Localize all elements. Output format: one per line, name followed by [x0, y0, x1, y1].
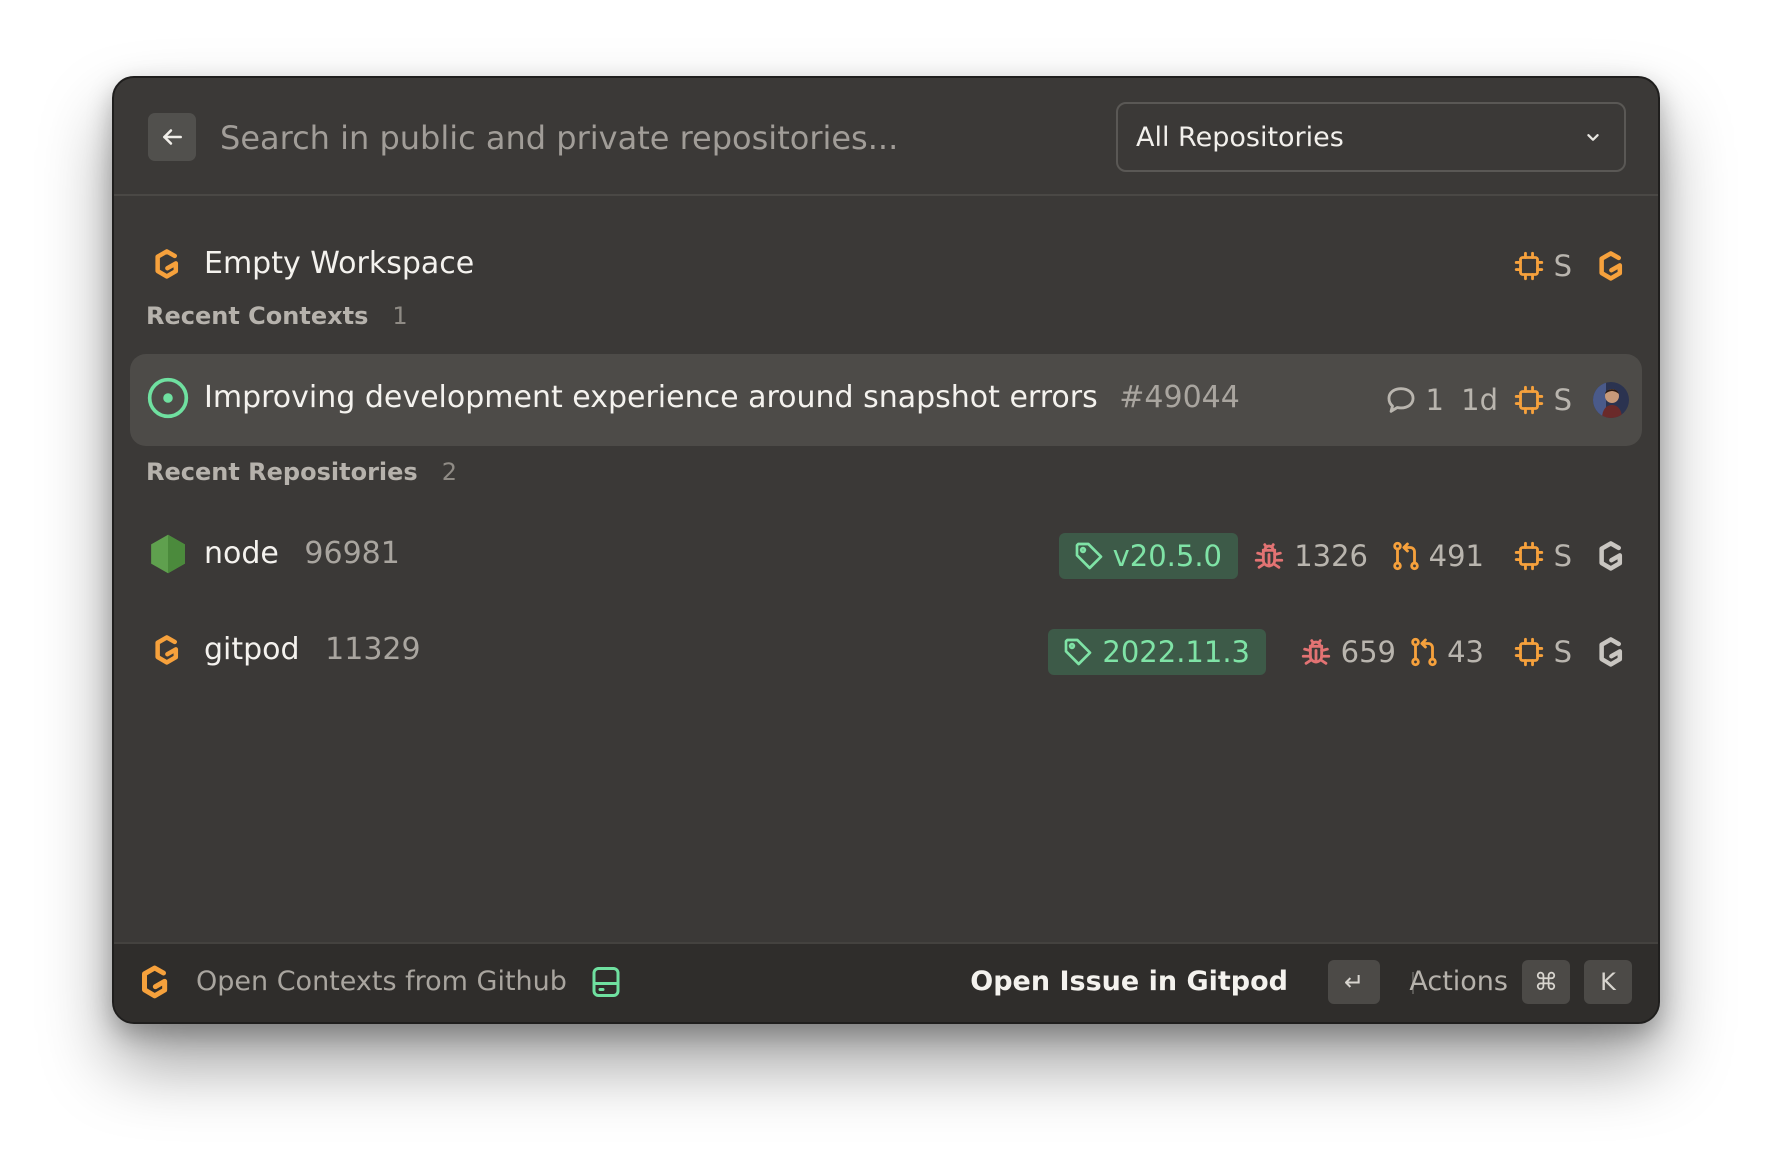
workspace-size: S	[1512, 242, 1572, 290]
footer-bar: Open Contexts from Github Open Issue in …	[114, 942, 1658, 1022]
release-tag-badge: 2022.11.3	[1048, 629, 1266, 675]
gitpod-logo-icon	[146, 242, 190, 286]
size-label: S	[1553, 539, 1572, 573]
repository-scope-value: All Repositories	[1136, 121, 1344, 153]
size-label: S	[1553, 383, 1572, 417]
enter-key: ↵	[1328, 960, 1380, 1004]
actions-button[interactable]: Actions	[1409, 966, 1508, 997]
bug-icon	[1255, 543, 1284, 569]
comment-count: 1	[1384, 376, 1444, 424]
bug-icon	[1301, 639, 1330, 665]
gitpod-logo-gray-icon[interactable]	[1594, 628, 1630, 676]
nodejs-hexagon-icon	[146, 532, 190, 576]
section-title: Recent Contexts	[146, 302, 369, 330]
tag-icon	[1065, 638, 1092, 666]
pr-count-label: 43	[1447, 635, 1484, 669]
issue-count-label: 659	[1340, 635, 1396, 669]
section-count: 2	[441, 458, 457, 486]
primary-action-button[interactable]: Open Issue in Gitpod	[970, 966, 1288, 997]
workspace-size: S	[1512, 376, 1572, 424]
release-tag: 2022.11.3	[1048, 628, 1266, 676]
command-key: ⌘	[1522, 960, 1570, 1004]
repository-item[interactable]: gitpod 11329 2022.11.3 659 43 S	[130, 606, 1642, 698]
section-count: 1	[392, 302, 408, 330]
repo-id: 11329	[325, 632, 421, 667]
avatar	[1592, 376, 1630, 424]
recent-repositories-heading: Recent Repositories 2	[146, 458, 457, 486]
tag-icon	[1075, 542, 1102, 570]
cpu-chip-icon	[1514, 251, 1543, 281]
size-label: S	[1553, 249, 1572, 283]
recent-contexts-heading: Recent Contexts 1	[146, 302, 408, 330]
gitpod-logo-icon	[136, 962, 176, 1006]
arrow-left-icon	[163, 129, 182, 145]
context-item[interactable]: Improving development experience around …	[130, 354, 1642, 446]
section-title: Recent Repositories	[146, 458, 418, 486]
gitpod-logo-icon	[146, 628, 190, 672]
search-input[interactable]	[218, 108, 982, 168]
issue-title: Improving development experience around …	[204, 380, 1098, 415]
repository-name: gitpod 11329	[204, 632, 421, 667]
repository-name: node 96981	[204, 536, 400, 571]
issue-count: 1326	[1252, 532, 1368, 580]
hard-drive-icon	[588, 964, 624, 1004]
source-label: Open Contexts from Github	[196, 966, 567, 997]
release-tag-badge: v20.5.0	[1058, 533, 1238, 579]
repository-scope-select[interactable]: All Repositories	[1116, 102, 1626, 172]
issue-number: #49044	[1119, 380, 1240, 415]
empty-workspace-label: Empty Workspace	[204, 246, 475, 281]
repo-name: gitpod	[204, 632, 300, 667]
size-label: S	[1553, 635, 1572, 669]
back-button[interactable]	[148, 113, 196, 161]
pull-request-icon	[1411, 637, 1437, 667]
pr-count: 43	[1407, 628, 1484, 676]
open-issue-icon	[146, 376, 190, 420]
repo-id: 96981	[304, 536, 400, 571]
workspace-size: S	[1512, 628, 1572, 676]
comment-count-label: 1	[1425, 383, 1444, 417]
issue-count-label: 1326	[1294, 539, 1368, 573]
cpu-chip-icon	[1514, 385, 1543, 415]
k-key: K	[1584, 960, 1632, 1004]
tag-label: v20.5.0	[1112, 539, 1222, 573]
tag-label: 2022.11.3	[1102, 635, 1250, 669]
search-bar: All Repositories	[114, 78, 1658, 196]
command-palette-window: All Repositories Empty Workspace S Recen…	[112, 76, 1660, 1024]
workspace-size: S	[1512, 532, 1572, 580]
comment-icon	[1387, 387, 1415, 413]
release-tag: v20.5.0	[1058, 532, 1238, 580]
empty-workspace-item[interactable]: Empty Workspace S	[130, 220, 1642, 312]
chevron-down-icon	[1587, 134, 1599, 141]
gitpod-open-icon[interactable]	[1594, 242, 1630, 290]
issue-count: 659	[1299, 628, 1396, 676]
cpu-chip-icon	[1514, 541, 1543, 571]
cpu-chip-icon	[1514, 637, 1543, 667]
pr-count-label: 491	[1428, 539, 1484, 573]
repo-name: node	[204, 536, 279, 571]
gitpod-logo-gray-icon[interactable]	[1594, 532, 1630, 580]
context-title: Improving development experience around …	[204, 380, 1240, 415]
age-label: 1d	[1461, 383, 1498, 417]
pr-count: 491	[1389, 532, 1484, 580]
repository-item[interactable]: node 96981 v20.5.0 1326 491 S	[130, 510, 1642, 602]
pull-request-icon	[1392, 541, 1419, 571]
